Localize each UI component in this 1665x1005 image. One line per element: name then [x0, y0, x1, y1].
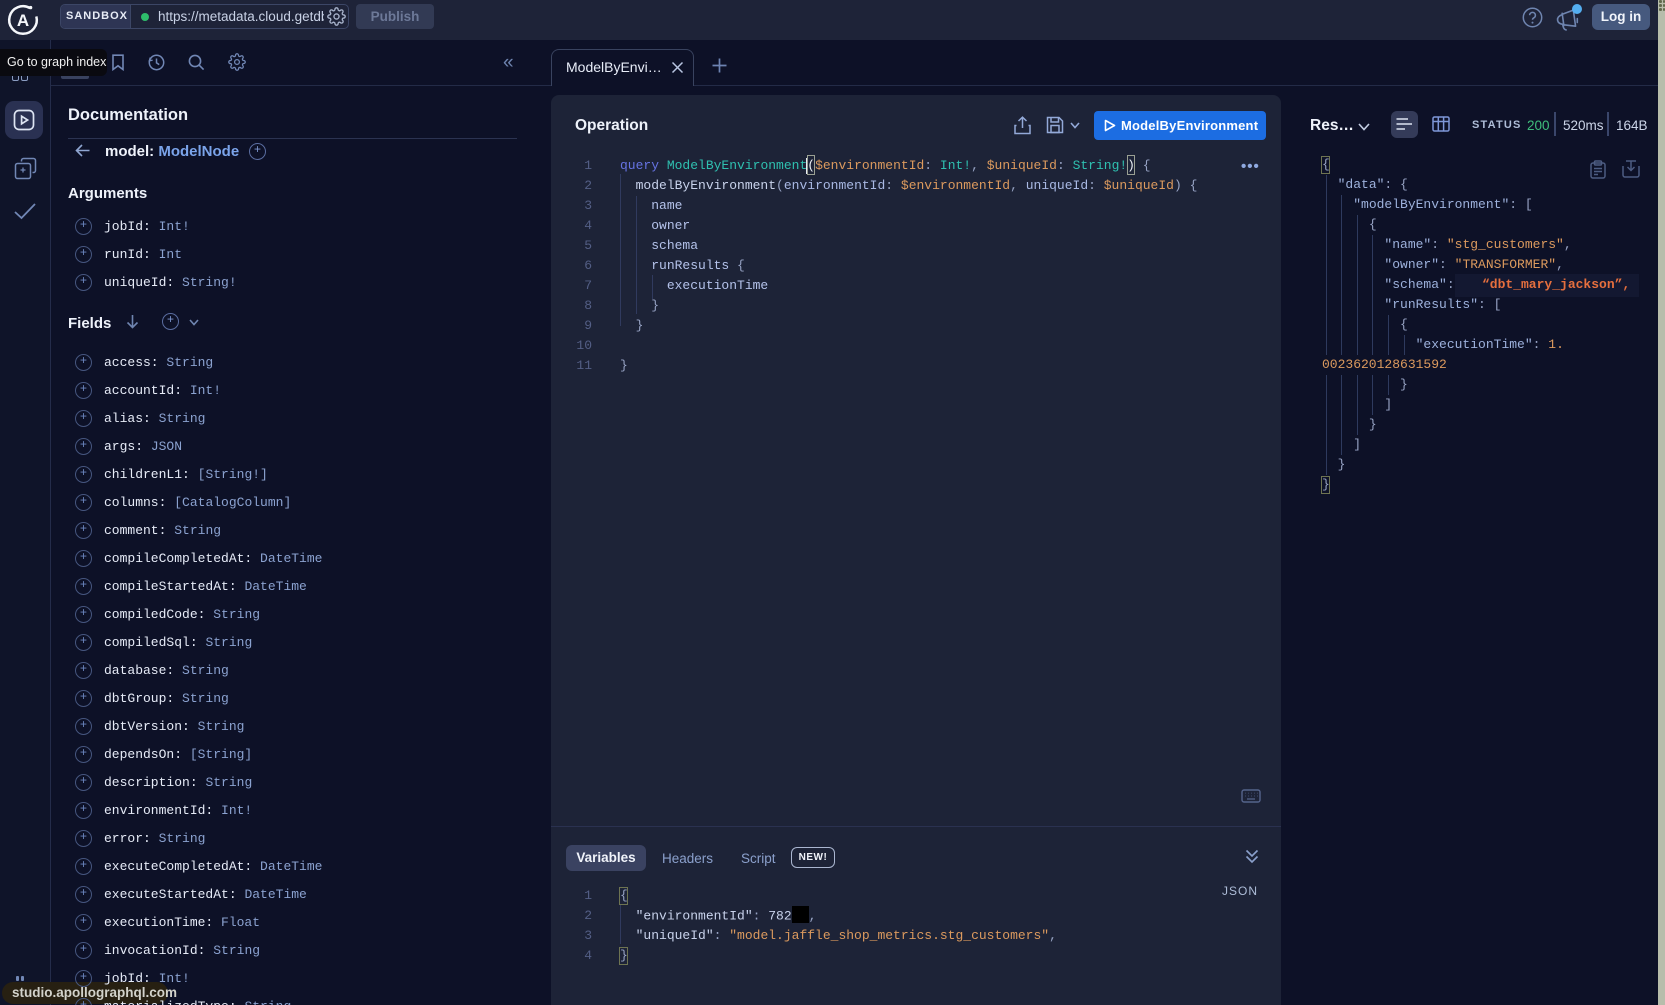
svg-text:A: A — [17, 11, 29, 30]
